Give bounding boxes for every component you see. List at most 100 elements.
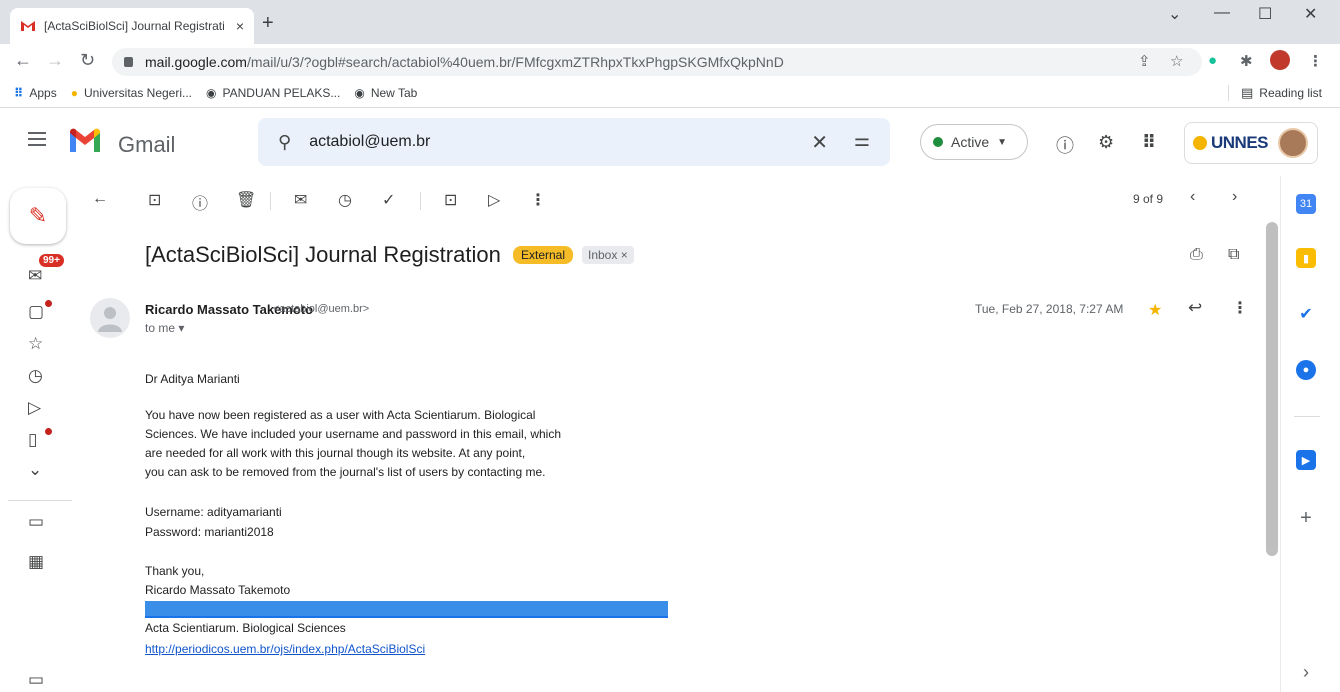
avatar[interactable] [1278,128,1309,158]
help-icon[interactable]: ⓘ [1056,132,1074,158]
back-arrow-icon[interactable]: ← [14,50,32,71]
bookmark-universitas[interactable]: ● Universitas Negeri... [71,86,192,100]
reading-list-button[interactable]: ▤ Reading list [1228,85,1322,101]
starred-icon[interactable]: ☆ [28,334,43,354]
tab-close-icon[interactable]: × [236,18,244,34]
search-options-icon[interactable]: ⚌ [854,130,870,151]
password-line: Password: marianti2018 [145,525,274,539]
apps-grid-icon: ⠿ [14,85,24,100]
journal-link[interactable]: http://periodicos.uem.br/ojs/index.php/A… [145,642,425,656]
bookmark-panduan[interactable]: ◉ PANDUAN PELAKS... [206,86,340,100]
keep-icon[interactable]: ▮ [1296,248,1316,268]
spaces-icon[interactable]: ▦ [28,552,44,572]
pager-count: 9 of 9 [1133,192,1164,206]
bookmark-star-icon[interactable]: ☆ [1170,52,1183,70]
add-addon-icon[interactable]: + [1296,507,1316,529]
browser-tab-active[interactable]: [ActaSciBiolSci] Journal Registrati × [10,8,254,44]
more-chevron-down-icon[interactable]: ⌄ [28,460,42,480]
share-icon[interactable]: ⇪ [1138,52,1151,70]
address-bar[interactable]: mail.google.com/mail/u/3/?ogbl#search/ac… [112,48,1202,76]
label-icon[interactable]: ▷ [488,190,500,210]
tab-title: [ActaSciBiolSci] Journal Registrati [44,19,225,33]
calendar-icon[interactable]: 31 [1296,194,1316,214]
clear-search-icon[interactable]: ✕ [811,130,828,155]
url-path: /mail/u/3/?ogbl#search/actabiol%40uem.br… [246,54,784,70]
reply-icon[interactable]: ↩ [1188,298,1202,318]
maximize-icon[interactable]: ☐ [1258,4,1272,24]
scrollbar-thumb[interactable] [1266,222,1278,556]
new-tab-button[interactable]: + [262,12,274,35]
extensions-puzzle-icon[interactable]: ✱ [1240,52,1253,70]
sender-avatar[interactable] [90,298,130,338]
snoozed-clock-icon[interactable]: ◷ [28,366,43,386]
tab-search-icon[interactable]: ⌄ [1168,4,1181,24]
url-host: mail.google.com [145,54,247,70]
chevron-down-icon: ▼ [997,136,1008,148]
more-actions-icon[interactable]: ⋮ [530,190,546,210]
grammarly-icon[interactable]: ● [1208,52,1217,69]
chat-notification-dot [45,300,52,307]
newer-chevron-left-icon[interactable]: ‹ [1190,188,1195,206]
lock-icon [124,57,133,67]
profile-avatar[interactable] [1270,50,1290,70]
reload-icon[interactable]: ↻ [80,50,95,71]
bookmark-label: Universitas Negeri... [83,85,193,100]
compose-button[interactable]: ✎ [10,188,66,244]
search-value: actabiol@uem.br [309,133,431,150]
gmail-logo-icon[interactable] [68,128,102,154]
chat-icon[interactable]: ▢ [28,302,44,322]
delete-trash-icon[interactable]: 🗑 [236,190,256,210]
bookmark-apps[interactable]: ⠿ Apps [14,86,57,100]
open-new-window-icon[interactable]: ⧉ [1228,246,1239,264]
message-more-icon[interactable]: ⋮ [1232,298,1248,318]
sent-icon[interactable]: ▷ [28,398,41,418]
bookmarks-bar: ⠿ Apps ● Universitas Negeri... ◉ PANDUAN… [0,78,1340,108]
main-menu-icon[interactable] [28,132,46,146]
report-spam-icon[interactable]: ⓘ [192,190,208,214]
external-label-badge: External [513,246,574,264]
meet-video-icon[interactable]: ▭ [28,670,44,690]
back-to-search-icon[interactable]: ← [92,190,108,208]
snooze-clock-icon[interactable]: ◷ [338,190,352,210]
bookmark-new-tab[interactable]: ◉ New Tab [354,86,417,100]
greeting: Dr Aditya Marianti [145,372,240,386]
status-dropdown[interactable]: Active ▼ [920,124,1028,160]
forward-arrow-icon[interactable]: → [46,50,64,71]
gmail-wordmark: Gmail [118,132,176,157]
bookmark-label: PANDUAN PELAKS... [222,85,341,100]
chrome-menu-icon[interactable]: ⋮ [1308,52,1323,70]
bookmark-label: Apps [29,85,57,100]
body-line: Sciences. We have included your username… [145,427,561,441]
inbox-label-chip[interactable]: Inbox × [582,246,634,264]
drafts-icon[interactable]: ▯ [28,430,37,450]
star-icon[interactable]: ★ [1148,300,1162,320]
tasks-icon[interactable]: ✔ [1296,304,1316,324]
signature-link[interactable]: http://periodicos.uem.br/ojs/index.php/A… [145,640,425,659]
close-window-icon[interactable]: ✕ [1304,4,1317,24]
zoom-icon[interactable]: ▶ [1296,450,1316,470]
chat-bubble-icon[interactable]: ▭ [28,512,44,532]
mark-unread-icon[interactable]: ✉ [294,190,307,210]
move-to-icon[interactable]: ⊡ [444,190,457,210]
settings-gear-icon[interactable]: ⚙ [1098,132,1114,153]
bookmark-label: New Tab [370,85,418,100]
recipients-dropdown[interactable]: to me ▾ [145,321,184,335]
search-input[interactable]: ⚲ actabiol@uem.br ✕ ⚌ [258,118,890,166]
thanks-line: Thank you, [145,564,205,578]
add-to-tasks-icon[interactable]: ✓ [382,190,395,210]
account-switcher[interactable]: UNNES [1184,122,1318,164]
mail-icon[interactable]: ✉ [28,266,42,286]
pencil-icon: ✎ [28,203,48,228]
older-chevron-right-icon[interactable]: › [1232,188,1237,206]
divider [8,500,72,501]
gmail-header: Gmail ⚲ actabiol@uem.br ✕ ⚌ Active ▼ ⓘ ⚙… [0,108,1340,176]
minimize-icon[interactable]: — [1214,4,1230,22]
message-date: Tue, Feb 27, 2018, 7:27 AM [975,302,1124,316]
show-side-panel-chevron-icon[interactable]: › [1296,662,1316,682]
browser-tab-strip: [ActaSciBiolSci] Journal Registrati × + … [0,0,1340,44]
search-icon[interactable]: ⚲ [278,132,291,153]
print-icon[interactable]: ⎙ [1190,246,1203,264]
contacts-icon[interactable]: ● [1296,360,1316,380]
google-apps-icon[interactable]: ⠿ [1142,132,1156,153]
archive-icon[interactable]: ⊡ [148,190,161,210]
